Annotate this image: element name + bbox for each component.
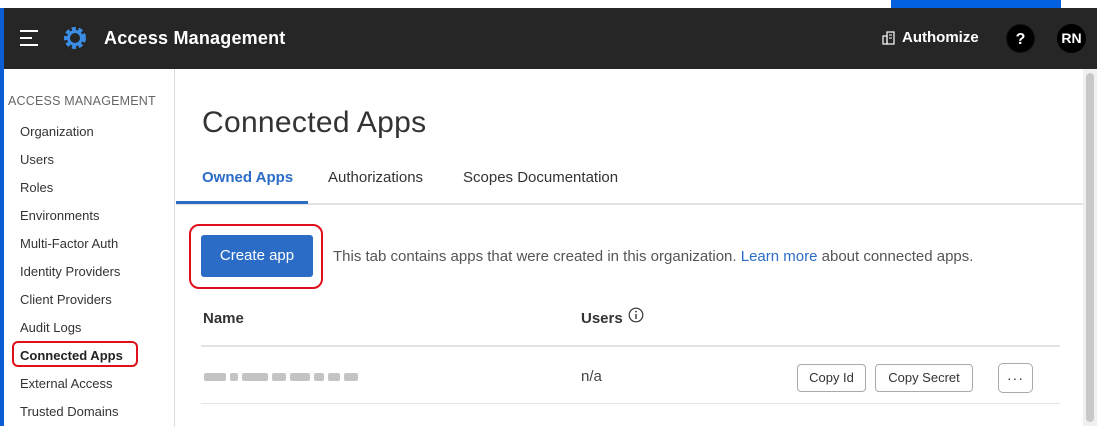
active-tab-indicator	[176, 201, 308, 204]
redacted-app-name	[204, 370, 364, 384]
avatar[interactable]: RN	[1057, 24, 1086, 53]
building-icon	[882, 30, 895, 45]
more-options-button[interactable]: ···	[998, 363, 1033, 393]
sidebar: ACCESS MANAGEMENT Organization Users Rol…	[4, 69, 175, 426]
sidebar-item-roles[interactable]: Roles	[20, 180, 53, 195]
highlight-ring-connected-apps	[12, 341, 138, 367]
app-title: Access Management	[104, 28, 286, 48]
column-header-users[interactable]: Users	[581, 310, 623, 327]
sidebar-item-external-access[interactable]: External Access	[20, 376, 113, 391]
sidebar-item-identity-providers[interactable]: Identity Providers	[20, 264, 120, 279]
sidebar-item-multi-factor-auth[interactable]: Multi-Factor Auth	[20, 236, 118, 251]
info-icon[interactable]	[628, 307, 644, 323]
scrollbar[interactable]	[1083, 69, 1097, 426]
annotation-highlight	[891, 0, 1061, 8]
create-app-button[interactable]: Create app	[201, 235, 313, 277]
description-suffix: about connected apps.	[821, 248, 974, 265]
gear-icon	[64, 27, 86, 49]
menu-icon[interactable]	[20, 30, 38, 46]
sidebar-item-environments[interactable]: Environments	[20, 208, 99, 223]
annotation-strip	[0, 0, 1097, 8]
scrollbar-thumb[interactable]	[1086, 73, 1094, 422]
table-row-divider	[201, 403, 1060, 404]
learn-more-link[interactable]: Learn more	[741, 248, 818, 265]
copy-secret-button[interactable]: Copy Secret	[875, 364, 973, 392]
sidebar-item-trusted-domains[interactable]: Trusted Domains	[20, 404, 119, 419]
authomize-button[interactable]: Authomize	[882, 29, 979, 46]
users-cell: n/a	[581, 368, 602, 385]
tab-description: This tab contains apps that were created…	[333, 248, 973, 265]
help-button[interactable]: ?	[1006, 24, 1035, 53]
tab-authorizations[interactable]: Authorizations	[328, 169, 423, 186]
column-header-name[interactable]: Name	[203, 310, 244, 327]
sidebar-section-title: ACCESS MANAGEMENT	[8, 94, 156, 108]
copy-id-button[interactable]: Copy Id	[797, 364, 866, 392]
sidebar-item-client-providers[interactable]: Client Providers	[20, 292, 112, 307]
sidebar-item-organization[interactable]: Organization	[20, 124, 94, 139]
description-prefix: This tab contains apps that were created…	[333, 248, 737, 265]
table-header-divider	[201, 345, 1060, 347]
page-title: Connected Apps	[202, 106, 427, 139]
sidebar-item-users[interactable]: Users	[20, 152, 54, 167]
main-content: Connected Apps Owned Apps Authorizations…	[176, 69, 1083, 426]
tab-owned-apps[interactable]: Owned Apps	[202, 169, 293, 186]
tab-bar: Owned Apps Authorizations Scopes Documen…	[176, 165, 1083, 205]
authomize-label: Authomize	[902, 29, 979, 46]
sidebar-item-audit-logs[interactable]: Audit Logs	[20, 320, 81, 335]
top-bar: Access Management Authomize ? RN	[0, 8, 1097, 69]
tab-scopes-documentation[interactable]: Scopes Documentation	[463, 169, 618, 186]
